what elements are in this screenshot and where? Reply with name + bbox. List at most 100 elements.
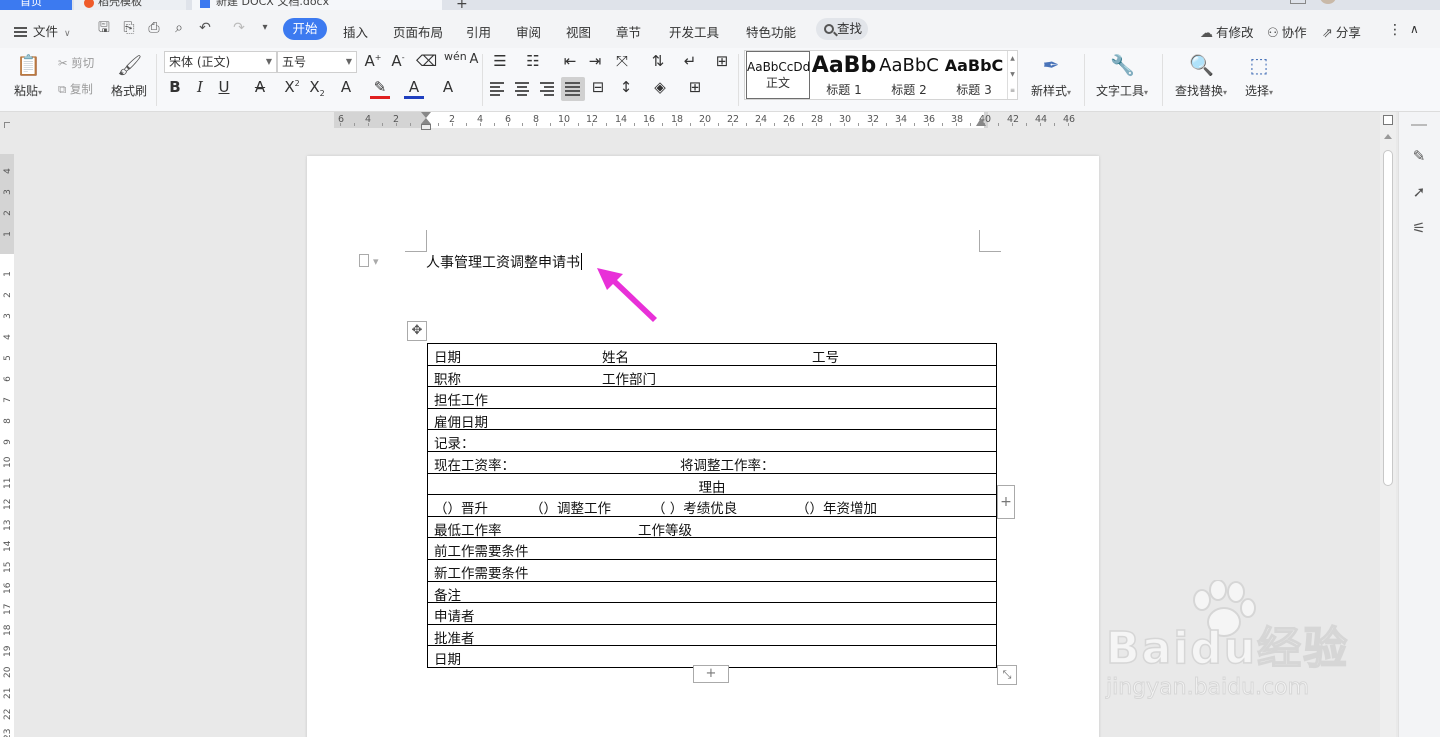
align-center-icon[interactable]: [515, 82, 533, 96]
table-cell[interactable]: 雇佣日期: [427, 407, 997, 431]
cut-button[interactable]: ✂ 剪切: [58, 55, 94, 71]
bullet-list-icon[interactable]: ☰: [490, 52, 510, 70]
highlight-icon[interactable]: ✎: [370, 78, 390, 99]
add-column-button[interactable]: +: [997, 485, 1015, 519]
avatar[interactable]: [1320, 0, 1336, 4]
table-cell[interactable]: 记录：: [427, 429, 997, 452]
scroll-thumb[interactable]: [1383, 150, 1393, 486]
paragraph-handle[interactable]: ▾: [359, 254, 389, 268]
font-name-select[interactable]: 宋体 (正文) ▼: [164, 51, 277, 73]
menu-tab-start[interactable]: 开始: [283, 18, 327, 40]
file-menu[interactable]: 文件 ∨: [14, 21, 71, 40]
document-table[interactable]: 日期 姓名 工号 职称 工作部门 担任工作 雇佣日期 记录： 现在工资率： 将调整工作率： 理由 （）…: [427, 343, 997, 668]
character-shading-icon[interactable]: A: [438, 78, 458, 96]
save-icon[interactable]: 🖫: [95, 19, 113, 37]
pen-icon[interactable]: ✎: [1409, 146, 1429, 166]
text-tools-button[interactable]: 🔧 文字工具▾: [1093, 52, 1151, 99]
line-spacing-icon[interactable]: ↕: [616, 78, 636, 96]
strikethrough-icon[interactable]: A: [250, 78, 270, 96]
menu-tab-review[interactable]: 审阅: [516, 22, 541, 41]
font-color-icon[interactable]: A: [404, 78, 424, 99]
style-normal[interactable]: AaBbCcDd 正文: [746, 51, 810, 99]
increase-indent-icon[interactable]: ⇥: [585, 52, 605, 70]
grow-font-icon[interactable]: A+: [363, 52, 383, 70]
format-painter-button[interactable]: 🖌 格式刷: [108, 52, 150, 99]
table-grid-icon[interactable]: ⊞: [712, 52, 732, 70]
table-cell[interactable]: 日期 姓名 工号: [427, 343, 997, 366]
menu-tab-page-layout[interactable]: 页面布局: [393, 22, 443, 41]
tab-document[interactable]: 新建 DOCX 文档.docx: [192, 0, 442, 10]
styles-scroll[interactable]: ▲ ▼ ≡: [1007, 51, 1017, 99]
table-resize-handle[interactable]: ⤡: [997, 665, 1017, 685]
menu-tab-references[interactable]: 引用: [466, 22, 491, 41]
shading-icon[interactable]: ◈: [650, 78, 670, 96]
bold-icon[interactable]: B: [165, 78, 185, 96]
document-page[interactable]: ▾ 人事管理工资调整申请书 ✥ 日期 姓名 工号 职称 工作部门 担任工作 雇佣日期 记录：现…: [307, 156, 1099, 737]
customize-quick-access-icon[interactable]: ▾: [256, 19, 274, 37]
style-heading-1[interactable]: AaBb 标题 1: [811, 51, 877, 99]
chinese-layout-icon[interactable]: ⤧: [612, 52, 632, 70]
show-marks-icon[interactable]: ↵: [680, 52, 700, 70]
print-preview-icon[interactable]: ⌕: [170, 19, 188, 37]
search-button[interactable]: 查找: [816, 18, 868, 40]
add-row-button[interactable]: +: [693, 665, 729, 683]
justify-button[interactable]: [561, 77, 585, 101]
table-cell[interactable]: 备注: [427, 580, 997, 604]
menu-tab-developer[interactable]: 开发工具: [669, 22, 719, 41]
numbered-list-icon[interactable]: ☷: [523, 52, 543, 70]
subscript-icon[interactable]: X2: [307, 78, 327, 98]
scroll-up-icon[interactable]: [1384, 134, 1392, 139]
select-button[interactable]: ⬚ 选择▾: [1240, 52, 1278, 99]
clear-format-icon[interactable]: ⌫: [416, 52, 437, 70]
more-options-icon[interactable]: ⋮: [1388, 22, 1402, 38]
table-cell[interactable]: 前工作需要条件: [427, 537, 997, 560]
font-size-select[interactable]: 五号 ▼: [277, 51, 357, 73]
share-button[interactable]: ⇗ 分享: [1322, 22, 1361, 41]
character-border-icon[interactable]: A: [464, 52, 484, 67]
vertical-ruler[interactable]: 4 3 2 1 1 2 3 4 5 6 7 8 9 10 11 12 13 14 15 16 17 18 19 20 21 22 2…: [0, 130, 14, 737]
table-cell[interactable]: 担任工作: [427, 386, 997, 409]
table-cell[interactable]: 申请者: [427, 602, 997, 625]
decrease-indent-icon[interactable]: ⇤: [560, 52, 580, 70]
print-icon[interactable]: ⎙: [145, 19, 163, 37]
collaborate-button[interactable]: ⚇ 协作: [1267, 22, 1307, 41]
table-cell[interactable]: 最低工作率 工作等级: [427, 515, 997, 539]
new-style-button[interactable]: ✒ 新样式▾: [1026, 52, 1076, 99]
paste-button[interactable]: 📋 粘贴▾: [10, 52, 46, 99]
align-left-icon[interactable]: [490, 82, 508, 96]
horizontal-ruler[interactable]: 6 4 2 2 4 6 8 10 12 14 16 18 20 22 24 26 28 30 32 34 36 38 40 4…: [0, 112, 1440, 130]
output-icon[interactable]: ⎘: [120, 19, 138, 37]
tab-home[interactable]: 首页: [0, 0, 72, 10]
window-icon[interactable]: [1290, 0, 1306, 4]
text-effect-icon[interactable]: A: [336, 78, 356, 96]
find-replace-button[interactable]: 🔍 查找替换▾: [1172, 52, 1230, 99]
menu-tab-special[interactable]: 特色功能: [746, 22, 796, 41]
left-indent-marker[interactable]: [421, 112, 431, 134]
new-tab-button[interactable]: +: [456, 0, 468, 10]
undo-icon[interactable]: ↶: [196, 19, 214, 37]
distributed-align-icon[interactable]: ⊟: [588, 78, 608, 96]
menu-tab-chapter[interactable]: 章节: [616, 22, 641, 41]
shrink-font-icon[interactable]: A-: [388, 52, 408, 70]
redo-icon[interactable]: ↷: [230, 19, 248, 37]
cursor-icon[interactable]: ➚: [1409, 182, 1429, 202]
copy-button[interactable]: ⧉ 复制: [58, 81, 93, 97]
superscript-icon[interactable]: X2: [282, 78, 302, 96]
menu-tab-view[interactable]: 视图: [566, 22, 591, 41]
scroll-lock-icon[interactable]: [1383, 115, 1393, 125]
italic-icon[interactable]: I: [190, 78, 210, 96]
settings-sliders-icon[interactable]: ⚟: [1409, 218, 1429, 238]
table-cell[interactable]: 职称 工作部门: [427, 364, 997, 388]
table-cell[interactable]: 批准者: [427, 623, 997, 647]
right-indent-marker[interactable]: [976, 118, 986, 126]
collapse-ribbon-icon[interactable]: ∧: [1410, 22, 1419, 36]
changes-button[interactable]: ☁ 有修改: [1200, 22, 1254, 41]
sort-icon[interactable]: ⇅: [648, 52, 668, 70]
table-cell[interactable]: （）晋升 （）调整工作 （ ）考绩优良 （）年资增加: [427, 494, 997, 517]
tab-stop-selector[interactable]: [4, 122, 10, 128]
style-heading-2[interactable]: AaBbC 标题 2: [877, 51, 941, 99]
borders-icon[interactable]: ⊞: [685, 78, 705, 96]
tab-daoke-template[interactable]: 稻壳模板: [74, 0, 186, 10]
table-cell[interactable]: 理由: [427, 472, 997, 496]
document-title[interactable]: 人事管理工资调整申请书: [426, 252, 582, 272]
